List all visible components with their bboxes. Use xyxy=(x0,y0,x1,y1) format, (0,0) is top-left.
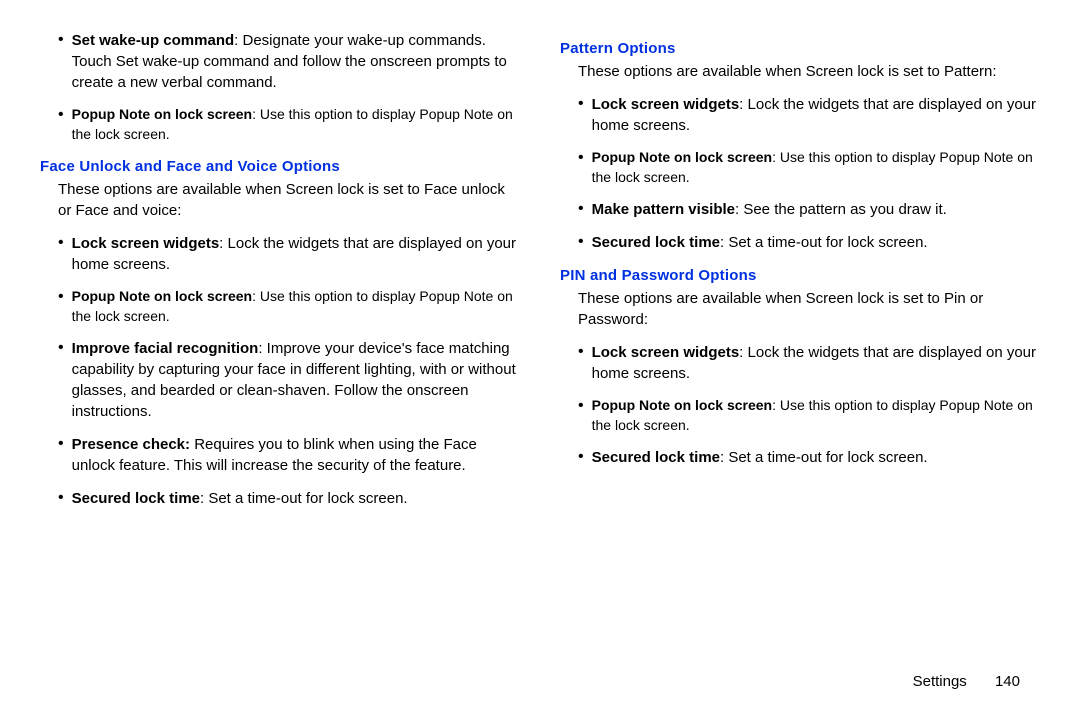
list-item: •Presence check: Requires you to blink w… xyxy=(40,434,520,476)
pattern-options-bullets: •Lock screen widgets: Lock the widgets t… xyxy=(560,94,1040,253)
list-item: • Secured lock time: Set a time-out for l… xyxy=(560,232,1040,253)
pin-password-bullets: •Lock screen widgets: Lock the widgets t… xyxy=(560,342,1040,468)
bullet-text: Popup Note on lock screen: Use this opti… xyxy=(592,148,1040,187)
bullet-text: Secured lock time: Set a time-out for lo… xyxy=(592,232,1040,253)
footer-page-number: 140 xyxy=(995,673,1020,690)
list-item: •Popup Note on lock screen: Use this opt… xyxy=(40,105,520,144)
bullet-icon: • xyxy=(578,396,584,435)
document-columns: •Set wake-up command: Designate your wak… xyxy=(40,30,1040,521)
bullet-icon: • xyxy=(578,199,584,220)
pattern-options-intro: These options are available when Screen … xyxy=(560,61,1040,82)
list-item: •Lock screen widgets: Lock the widgets t… xyxy=(560,94,1040,136)
bullet-icon: • xyxy=(578,342,584,384)
bullet-text: Lock screen widgets: Lock the widgets th… xyxy=(72,233,520,275)
bullet-icon: • xyxy=(58,30,64,93)
list-item: •Lock screen widgets: Lock the widgets t… xyxy=(40,233,520,275)
list-item: •Improve facial recognition: Improve you… xyxy=(40,338,520,422)
list-item: •Lock screen widgets: Lock the widgets t… xyxy=(560,342,1040,384)
bullet-icon: • xyxy=(578,232,584,253)
face-unlock-bullets: •Lock screen widgets: Lock the widgets t… xyxy=(40,233,520,509)
bullet-text: Set wake-up command: Designate your wake… xyxy=(72,30,520,93)
pin-password-heading: PIN and Password Options xyxy=(560,265,1040,286)
list-item: •Set wake-up command: Designate your wak… xyxy=(40,30,520,93)
bullet-icon: • xyxy=(58,105,64,144)
pattern-options-heading: Pattern Options xyxy=(560,38,1040,59)
bullet-text: Secured lock time: Set a time-out for lo… xyxy=(72,488,520,509)
bullet-icon: • xyxy=(578,94,584,136)
bullet-text: Popup Note on lock screen: Use this opti… xyxy=(72,287,520,326)
bullet-icon: • xyxy=(578,447,584,468)
bullet-icon: • xyxy=(58,488,64,509)
face-unlock-intro: These options are available when Screen … xyxy=(40,179,520,221)
bullet-text: Lock screen widgets: Lock the widgets th… xyxy=(592,94,1040,136)
bullet-icon: • xyxy=(58,233,64,275)
bullet-icon: • xyxy=(58,338,64,422)
bullet-icon: • xyxy=(578,148,584,187)
page-footer: Settings 140 xyxy=(913,671,1020,692)
left-column: •Set wake-up command: Designate your wak… xyxy=(40,30,520,521)
list-item: •Popup Note on lock screen: Use this opt… xyxy=(40,287,520,326)
bullet-icon: • xyxy=(58,287,64,326)
bullet-text: Improve facial recognition: Improve your… xyxy=(72,338,520,422)
list-item: • Secured lock time: Set a time-out for l… xyxy=(40,488,520,509)
bullet-icon: • xyxy=(58,434,64,476)
bullet-text: Popup Note on lock screen: Use this opti… xyxy=(72,105,520,144)
footer-label: Settings xyxy=(913,673,967,690)
bullet-text: Popup Note on lock screen: Use this opti… xyxy=(592,396,1040,435)
bullet-text: Presence check: Requires you to blink wh… xyxy=(72,434,520,476)
right-column: Pattern Options These options are availa… xyxy=(560,30,1040,521)
list-item: • Secured lock time: Set a time-out for l… xyxy=(560,447,1040,468)
top-bullets-left: •Set wake-up command: Designate your wak… xyxy=(40,30,520,144)
bullet-text: Make pattern visible: See the pattern as… xyxy=(592,199,1040,220)
list-item: •Popup Note on lock screen: Use this opt… xyxy=(560,396,1040,435)
bullet-text: Secured lock time: Set a time-out for lo… xyxy=(592,447,1040,468)
bullet-text: Lock screen widgets: Lock the widgets th… xyxy=(592,342,1040,384)
list-item: •Popup Note on lock screen: Use this opt… xyxy=(560,148,1040,187)
pin-password-intro: These options are available when Screen … xyxy=(560,288,1040,330)
face-unlock-heading: Face Unlock and Face and Voice Options xyxy=(40,156,520,177)
list-item: • Make pattern visible: See the pattern a… xyxy=(560,199,1040,220)
